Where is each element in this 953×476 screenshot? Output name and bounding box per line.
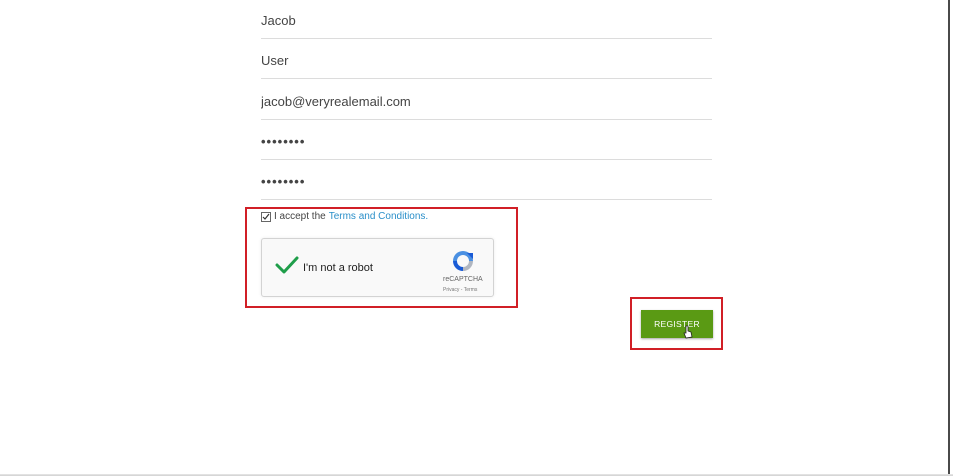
email-input[interactable]	[261, 84, 712, 118]
register-highlight-box	[630, 297, 723, 350]
last-name-input[interactable]	[261, 43, 712, 77]
confirm-password-input[interactable]	[261, 164, 712, 198]
password-field[interactable]	[261, 124, 712, 160]
window-right-border	[948, 0, 950, 476]
first-name-input[interactable]	[261, 3, 712, 37]
email-field[interactable]	[261, 84, 712, 120]
confirm-password-field[interactable]	[261, 164, 712, 200]
registration-page: I accept the Terms and Conditions. I'm n…	[0, 0, 953, 476]
captcha-highlight-box	[245, 207, 518, 308]
password-input[interactable]	[261, 124, 712, 158]
first-name-field[interactable]	[261, 3, 712, 39]
last-name-field[interactable]	[261, 43, 712, 79]
hand-cursor-icon	[683, 325, 693, 339]
